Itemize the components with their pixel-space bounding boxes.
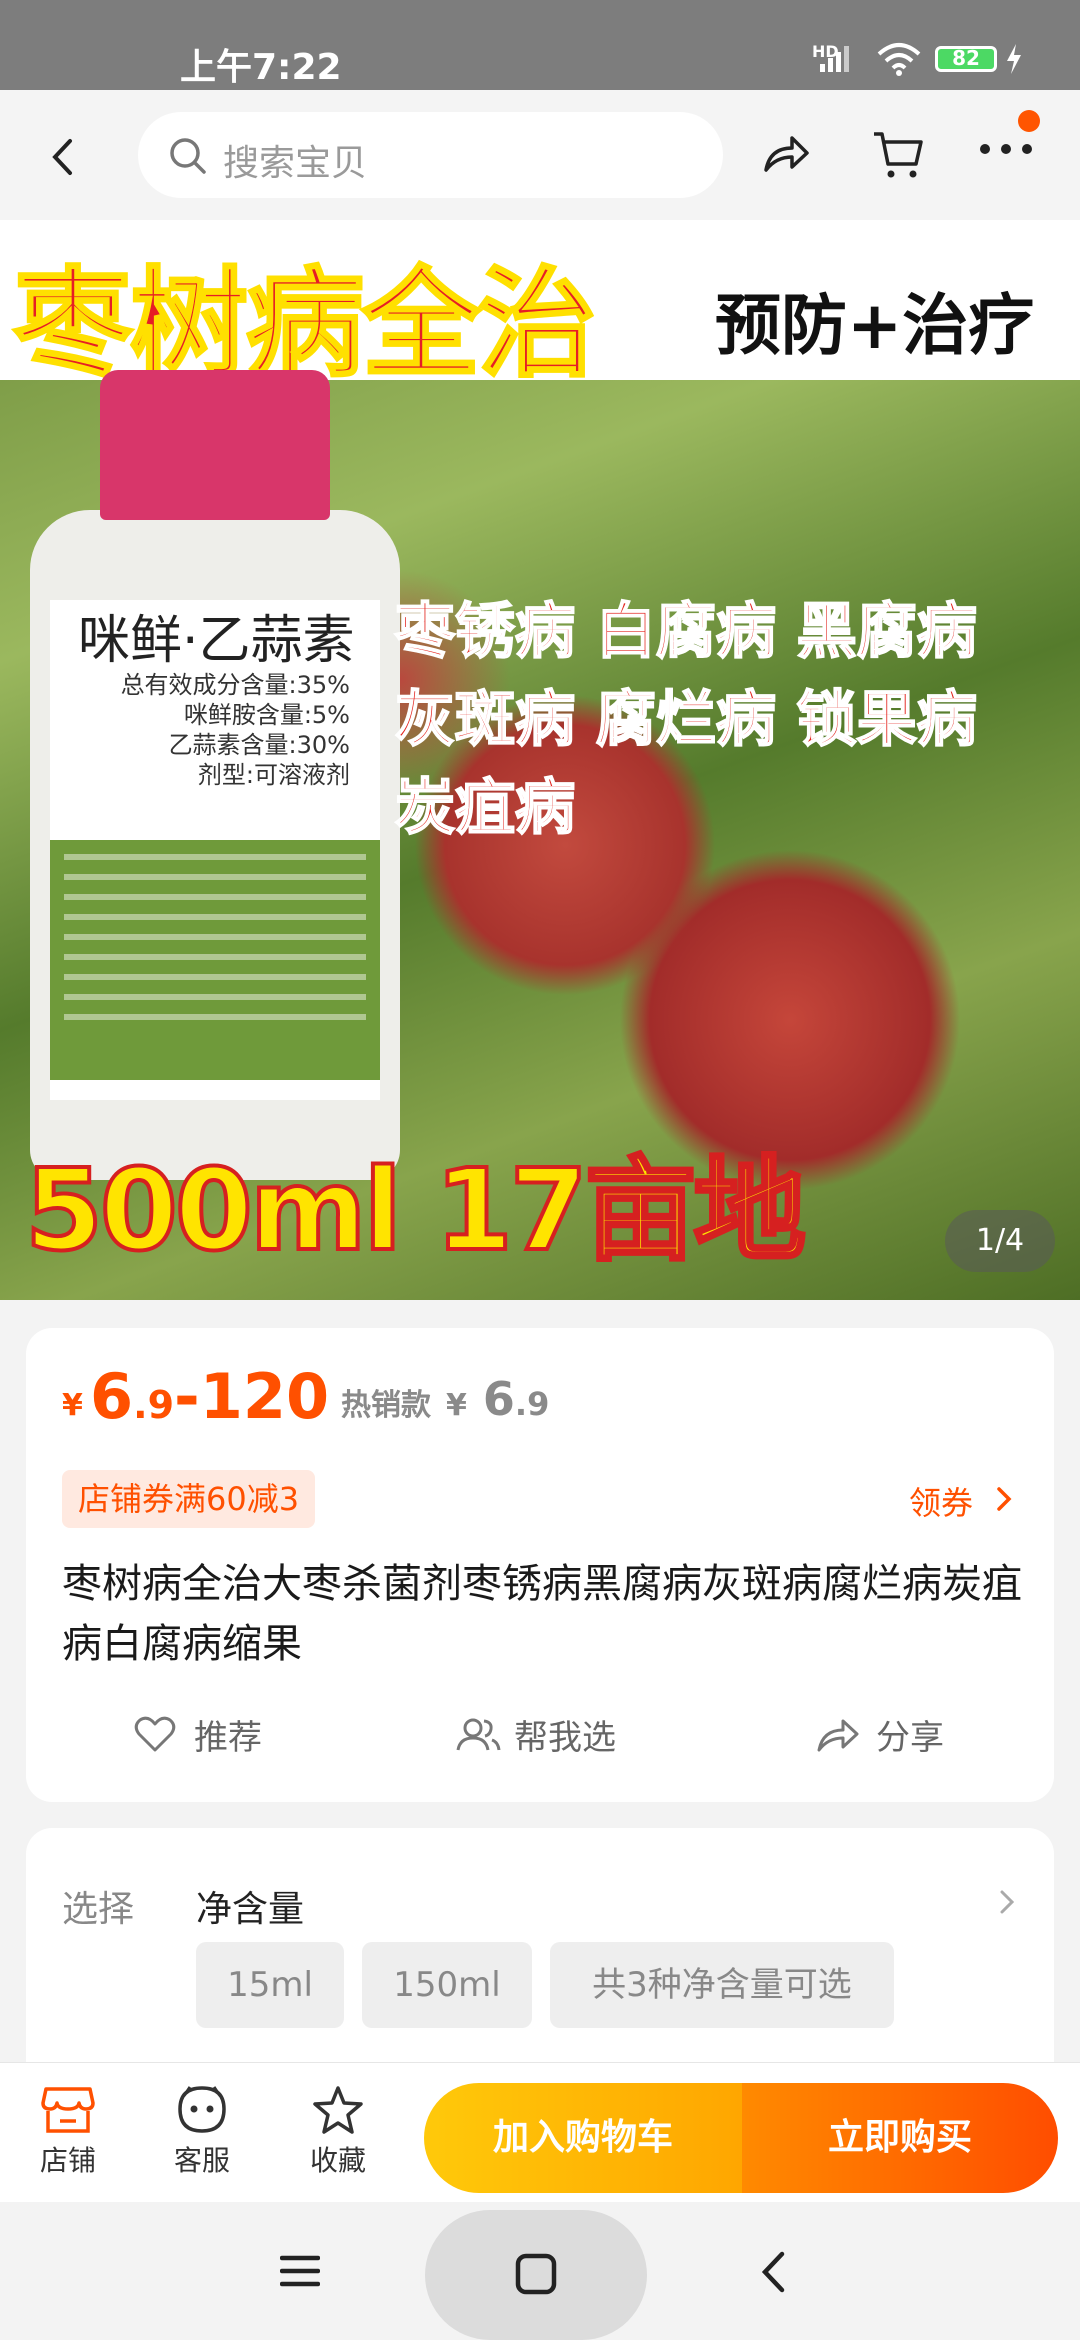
disease-list: 枣锈病 白腐病 黑腐病 灰斑病 腐烂病 锁果病 炭疽病 xyxy=(394,588,978,852)
price-currency: ¥ xyxy=(62,1388,83,1423)
favorite-label: 收藏 xyxy=(309,2144,366,2177)
hot-price-main: 6 xyxy=(482,1372,515,1426)
share-label: 分享 xyxy=(876,1718,944,1758)
bottle-spec-line: 总有效成分含量:35% xyxy=(120,671,350,699)
product-info-card: ¥ 6.9-120 热销款 ¥ 6.9 店铺券满60减3 领券 枣树病全治大枣杀… xyxy=(26,1328,1054,1802)
service-label: 客服 xyxy=(173,2144,230,2177)
bottom-action-bar: 店铺 客服 收藏 加入购物车 立即购买 xyxy=(0,2062,1080,2203)
favorite-button[interactable]: 收藏 xyxy=(288,2085,388,2179)
menu-icon[interactable] xyxy=(280,2254,320,2288)
chevron-right-icon[interactable] xyxy=(996,1486,1012,1512)
bottle-cap xyxy=(100,370,330,520)
hot-sale-price: ¥ 6.9 xyxy=(446,1372,549,1426)
banner-subtitle: 预防+治疗 xyxy=(715,287,1035,364)
option-chip-150ml[interactable]: 150ml xyxy=(362,1942,532,2028)
charging-icon xyxy=(1005,44,1023,74)
product-bottle: 咪鲜·乙蒜素 总有效成分含量:35% 咪鲜胺含量:5% 乙蒜素含量:30% 剂型… xyxy=(30,370,400,1180)
share-icon xyxy=(817,1719,859,1752)
buy-now-button[interactable]: 立即购买 xyxy=(742,2083,1058,2193)
heart-icon xyxy=(134,1716,176,1752)
system-back-icon[interactable] xyxy=(760,2250,786,2294)
bottle-spec-line: 乙蒜素含量:30% xyxy=(168,731,350,759)
shop-icon xyxy=(41,2087,95,2133)
bottle-spec-line: 剂型:可溶液剂 xyxy=(197,761,350,789)
search-placeholder: 搜索宝贝 xyxy=(223,143,368,184)
disease-line: 枣锈病 白腐病 黑腐病 xyxy=(394,596,978,668)
customer-service-button[interactable]: 客服 xyxy=(152,2085,252,2179)
share-icon[interactable] xyxy=(762,132,810,176)
shop-coupon-badge[interactable]: 店铺券满60减3 xyxy=(62,1470,316,1528)
search-icon xyxy=(168,136,208,176)
people-icon xyxy=(456,1718,501,1751)
home-icon[interactable] xyxy=(514,2252,558,2296)
bottle-specs: 总有效成分含量:35% 咪鲜胺含量:5% 乙蒜素含量:30% 剂型:可溶液剂 xyxy=(100,670,350,790)
image-page-indicator: 1/4 xyxy=(945,1210,1055,1272)
battery-level: 82 xyxy=(952,46,980,70)
wifi-icon xyxy=(875,42,923,76)
product-title: 枣树病全治大枣杀菌剂枣锈病黑腐病灰斑病腐烂病炭疽病白腐病缩果 xyxy=(62,1561,1022,1667)
top-nav: 搜索宝贝 xyxy=(0,90,1080,220)
more-icon[interactable] xyxy=(978,142,1034,156)
shop-label: 店铺 xyxy=(39,2144,96,2177)
back-icon[interactable] xyxy=(50,138,74,176)
chevron-right-icon[interactable] xyxy=(1000,1890,1014,1914)
network-type: HD xyxy=(812,42,839,61)
disease-line: 灰斑病 腐烂病 锁果病 xyxy=(394,684,978,756)
price-decimal: .9 xyxy=(133,1383,175,1427)
banner-volume-text: 500ml 17亩地 xyxy=(23,1144,808,1278)
battery-icon: 82 xyxy=(935,46,997,72)
search-input[interactable]: 搜索宝贝 xyxy=(138,112,723,198)
status-bar: 上午7:22 HD 82 xyxy=(0,0,1080,90)
price-max: -120 xyxy=(174,1360,330,1433)
disease-line: 炭疽病 xyxy=(394,772,576,844)
system-navigation-bar xyxy=(0,2202,1080,2340)
hot-price-currency: ¥ xyxy=(446,1388,467,1423)
hot-sale-label: 热销款 xyxy=(341,1388,431,1423)
status-time: 上午7:22 xyxy=(180,47,342,88)
add-to-cart-button[interactable]: 加入购物车 xyxy=(424,2083,742,2193)
cart-icon[interactable] xyxy=(872,130,924,180)
option-name: 净含量 xyxy=(196,1889,305,1930)
recommend-label: 推荐 xyxy=(194,1718,262,1758)
bottle-spec-line: 咪鲜胺含量:5% xyxy=(183,701,350,729)
sku-selector[interactable]: 选择 净含量 15ml 150ml 共3种净含量可选 xyxy=(26,1828,1054,2068)
option-chip-more[interactable]: 共3种净含量可选 xyxy=(550,1942,894,2028)
hot-price-decimal: .9 xyxy=(514,1385,550,1423)
select-label: 选择 xyxy=(62,1889,135,1930)
star-icon xyxy=(313,2086,363,2134)
chat-face-icon xyxy=(178,2086,226,2133)
shop-button[interactable]: 店铺 xyxy=(18,2085,118,2179)
product-image-carousel[interactable]: 枣树病全治 预防+治疗 咪鲜·乙蒜素 总有效成分含量:35% 咪鲜胺含量:5% … xyxy=(0,220,1080,1300)
price-main: 6 xyxy=(90,1360,134,1433)
option-chip-15ml[interactable]: 15ml xyxy=(196,1942,344,2028)
help-choose-label: 帮我选 xyxy=(514,1718,616,1758)
price-range: 6.9-120 xyxy=(90,1360,329,1433)
claim-coupon-link[interactable]: 领券 xyxy=(909,1478,973,1524)
notification-dot xyxy=(1018,110,1040,132)
bottle-product-name: 咪鲜·乙蒜素 xyxy=(78,611,355,671)
bottle-label-green-panel xyxy=(50,840,380,1080)
